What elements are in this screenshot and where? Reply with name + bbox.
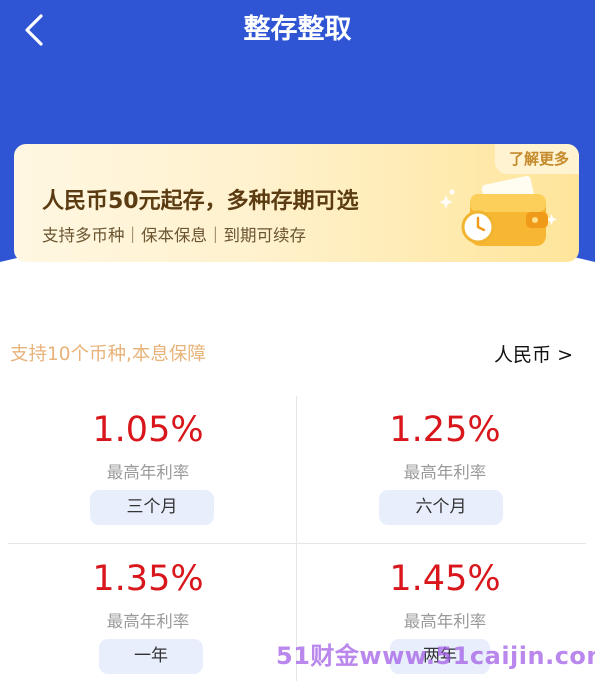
term-button-1-year[interactable]: 一年 <box>99 639 203 674</box>
term-button-3-months[interactable]: 三个月 <box>90 490 214 525</box>
learn-more-link[interactable]: 了解更多 <box>494 144 579 174</box>
wallet-clock-icon <box>440 175 557 246</box>
term-button-2-years[interactable]: 两年 <box>390 639 490 674</box>
rate-value: 1.25% <box>389 410 501 450</box>
rate-label: 最高年利率 <box>403 463 487 482</box>
rate-label: 最高年利率 <box>403 612 487 631</box>
rate-card-6-months[interactable]: 1.25% 最高年利率 六个月 <box>297 390 593 540</box>
page-title: 整存整取 <box>243 14 352 45</box>
rate-value: 1.45% <box>389 559 501 599</box>
rate-value: 1.05% <box>92 410 204 450</box>
banner-title: 人民币50元起存，多种存期可选 <box>42 189 359 214</box>
term-button-6-months[interactable]: 六个月 <box>379 490 503 525</box>
currency-selector[interactable]: 人民币 > <box>494 340 573 367</box>
rate-card-1-year[interactable]: 1.35% 最高年利率 一年 <box>0 539 296 681</box>
rate-card-2-years[interactable]: 1.45% 最高年利率 两年 <box>297 539 593 681</box>
rate-grid: 1.05% 最高年利率 三个月 1.25% 最高年利率 六个月 1.35% 最高… <box>0 390 595 681</box>
rate-label: 最高年利率 <box>106 463 190 482</box>
rate-card-3-months[interactable]: 1.05% 最高年利率 三个月 <box>0 390 296 540</box>
banner-subtitle: 支持多币种｜保本保息｜到期可续存 <box>42 226 306 245</box>
rate-value: 1.35% <box>92 559 204 599</box>
currency-support-note: 支持10个币种,本息保障 <box>10 344 206 365</box>
promo-banner[interactable]: 了解更多 人民币50元起存，多种存期可选 支持多币种｜保本保息｜到期可续存 <box>14 144 579 262</box>
rate-label: 最高年利率 <box>106 612 190 631</box>
